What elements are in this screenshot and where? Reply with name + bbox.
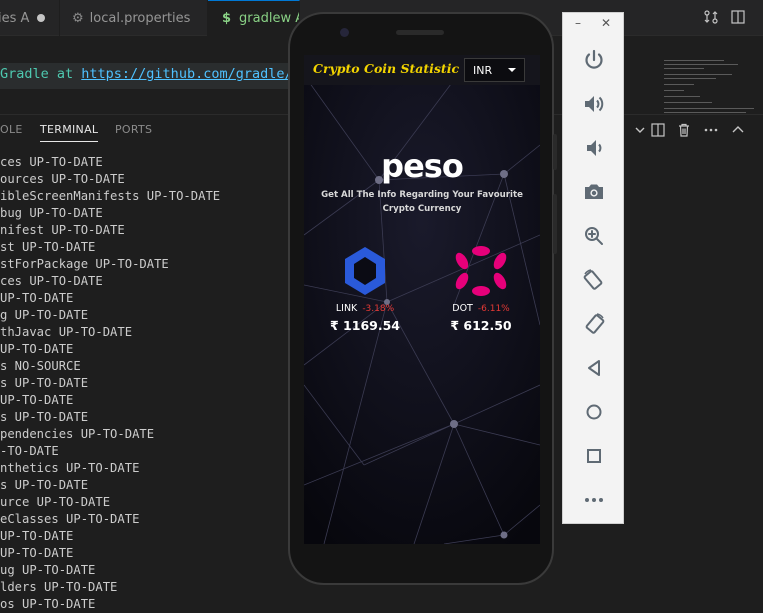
terminal-line: stForPackage UP-TO-DATE (0, 257, 169, 271)
terminal-line: UP-TO-DATE (0, 529, 74, 543)
emulator-window-controls: – ✕ (563, 13, 625, 37)
tab-terminal[interactable]: TERMINAL (40, 123, 99, 142)
terminal-line: s UP-TO-DATE (0, 410, 89, 424)
terminal-line: lders UP-TO-DATE (0, 580, 118, 594)
terminal-line: thJavac UP-TO-DATE (0, 325, 133, 339)
terminal-line: pendencies UP-TO-DATE (0, 427, 155, 441)
terminal-line: ces UP-TO-DATE (0, 155, 103, 169)
tab-gradlew[interactable]: $ gradlew A (208, 0, 300, 36)
emulator-toolbar: – ✕ (562, 12, 624, 524)
overview-square-icon[interactable] (582, 444, 606, 468)
more-actions-icon[interactable] (703, 122, 719, 138)
coin-label-row: LINK -3.18% (315, 303, 415, 314)
tab-gradle-properties[interactable]: ies A (0, 0, 60, 36)
coin-symbol: LINK (335, 303, 358, 314)
polkadot-logo-icon (455, 246, 507, 296)
terminal-line: s UP-TO-DATE (0, 478, 89, 492)
tagline: Get All The Info Regarding Your Favourit… (321, 190, 523, 214)
terminal-line: ibleScreenManifests UP-TO-DATE (0, 189, 221, 203)
speaker-grille (396, 30, 444, 35)
power-icon[interactable] (582, 48, 606, 72)
coin-label-row: DOT -6.11% (431, 303, 531, 314)
terminal-line: UP-TO-DATE (0, 546, 74, 560)
app-title: Crypto Coin Statistic (313, 61, 460, 76)
terminal-line: UP-TO-DATE (0, 393, 74, 407)
close-icon[interactable]: ✕ (601, 16, 611, 30)
emulator-screen[interactable]: Crypto Coin Statistic INR peso Get All T… (304, 55, 540, 544)
dropdown-caret-icon (508, 68, 516, 72)
chevron-down-icon[interactable] (632, 122, 648, 138)
more-dots-icon[interactable] (582, 488, 606, 512)
terminal-output[interactable]: ces UP-TO-DATE ources UP-TO-DATE ibleScree… (0, 154, 300, 613)
tab-label: local.properties (89, 10, 191, 26)
rotate-left-icon[interactable] (582, 268, 606, 292)
coin-card-dot[interactable]: DOT -6.11% ₹ 612.50 (431, 245, 531, 345)
terminal-line: ces UP-TO-DATE (0, 274, 103, 288)
coin-change: -3.18% (362, 304, 395, 314)
coin-price: ₹ 612.50 (450, 318, 512, 333)
shell-dollar-icon: $ (222, 11, 232, 26)
terminal-line: UP-TO-DATE (0, 342, 74, 356)
terminal-line: s NO-SOURCE (0, 359, 81, 373)
split-terminal-icon[interactable] (650, 122, 666, 138)
code-text: Gradle at (0, 66, 82, 82)
home-background: peso Get All The Info Regarding Your Fav… (304, 85, 540, 544)
gradle-link[interactable]: https://github.com/gradle/gr (81, 66, 309, 82)
terminal-line: nifest UP-TO-DATE (0, 223, 125, 237)
terminal-line: urce UP-TO-DATE (0, 495, 111, 509)
terminal-line: ug UP-TO-DATE (0, 563, 96, 577)
rotate-right-icon[interactable] (582, 312, 606, 336)
minimize-icon[interactable]: – (575, 16, 581, 30)
terminal-line: ources UP-TO-DATE (0, 172, 125, 186)
code-line: Gradle at https://github.com/gradle/gr (0, 66, 309, 88)
coin-price: ₹ 1169.54 (330, 318, 400, 333)
coin-symbol: DOT (452, 303, 473, 314)
terminal-line: g UP-TO-DATE (0, 308, 89, 322)
compare-changes-icon[interactable] (703, 9, 719, 25)
unsaved-dot-icon (37, 14, 46, 22)
front-camera (340, 28, 349, 37)
split-editor-icon[interactable] (730, 9, 746, 25)
tab-label: gradlew A (239, 11, 300, 26)
currency-dropdown[interactable]: INR (464, 58, 525, 82)
trash-icon[interactable] (676, 122, 692, 138)
tab-debug-console[interactable]: OLE (0, 123, 23, 136)
tab-label: ies A (0, 10, 30, 26)
terminal-line: eClasses UP-TO-DATE (0, 512, 140, 526)
chainlink-logo-icon (345, 247, 385, 295)
tab-ports[interactable]: PORTS (115, 123, 152, 136)
device-volume-key (553, 194, 557, 254)
back-triangle-icon[interactable] (582, 356, 606, 380)
terminal-line: -TO-DATE (0, 444, 59, 458)
terminal-line: st UP-TO-DATE (0, 240, 96, 254)
gear-icon: ⚙ (72, 10, 84, 26)
coin-change: -6.11% (477, 304, 510, 314)
currency-value: INR (473, 63, 493, 77)
volume-down-icon[interactable] (582, 136, 606, 160)
terminal-line: nthetics UP-TO-DATE (0, 461, 140, 475)
terminal-line: bug UP-TO-DATE (0, 206, 103, 220)
desktop: ies A ⚙ local.properties $ gradlew A Gra… (0, 0, 763, 613)
coin-card-link[interactable]: LINK -3.18% ₹ 1169.54 (315, 245, 415, 345)
terminal-line: UP-TO-DATE (0, 291, 74, 305)
zoom-in-icon[interactable] (582, 224, 606, 248)
brand-logo-text: peso (381, 147, 464, 185)
tab-local-properties[interactable]: ⚙ local.properties (60, 0, 208, 36)
chevron-up-icon[interactable] (730, 122, 746, 138)
volume-up-icon[interactable] (582, 92, 606, 116)
app-bar: Crypto Coin Statistic INR (304, 55, 540, 85)
terminal-line: s UP-TO-DATE (0, 376, 89, 390)
home-circle-icon[interactable] (582, 400, 606, 424)
terminal-line: os UP-TO-DATE (0, 597, 96, 611)
device-power-key (553, 134, 557, 170)
camera-icon[interactable] (582, 180, 606, 204)
